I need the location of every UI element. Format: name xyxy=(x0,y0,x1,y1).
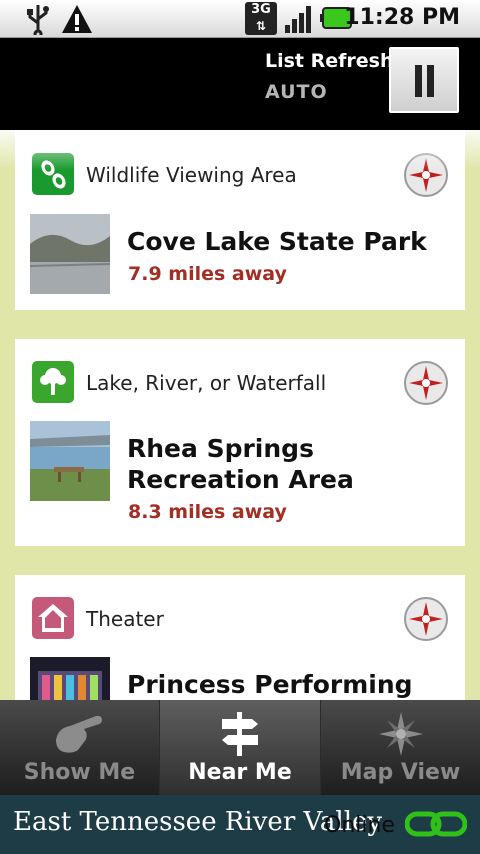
tab-show-me[interactable]: Show Me xyxy=(0,700,159,795)
list-refresh-label: List Refresh xyxy=(265,50,394,72)
pause-button[interactable] xyxy=(389,47,459,113)
tab-bar: Show Me Near Me Map View xyxy=(0,700,480,795)
signal-icon xyxy=(285,6,311,33)
list-item[interactable]: Theater Princess Performing xyxy=(15,575,465,700)
place-name[interactable]: Princess Performing xyxy=(127,669,413,700)
compass-star-icon xyxy=(378,712,423,756)
signpost-icon xyxy=(222,712,258,756)
distance-label: 7.9 miles away xyxy=(128,263,287,285)
pause-icon-bar xyxy=(427,65,434,97)
pointing-hand-icon xyxy=(55,715,102,753)
directions-compass-button[interactable] xyxy=(403,596,449,642)
place-photo xyxy=(30,657,110,700)
header: List Refresh AUTO xyxy=(0,38,480,130)
network-type-label: 3G xyxy=(251,2,271,17)
footer-banner: East Tennessee River Valley Online xyxy=(0,795,480,854)
category-label: Theater xyxy=(86,607,164,631)
warning-icon xyxy=(62,5,92,33)
directions-compass-button[interactable] xyxy=(403,360,449,406)
nearby-list[interactable]: Wildlife Viewing Area Cove Lake State Pa… xyxy=(0,130,480,700)
pause-icon xyxy=(415,65,422,97)
link-icon xyxy=(405,811,467,837)
place-name-line1: Rhea Springs xyxy=(127,434,314,463)
place-name-line2: Recreation Area xyxy=(127,465,354,494)
place-name[interactable]: Cove Lake State Park xyxy=(127,226,427,257)
house-icon xyxy=(32,597,74,639)
list-top-fade xyxy=(0,130,480,170)
distance-label: 8.3 miles away xyxy=(128,501,287,523)
status-bar: 3G ⇅ 11:28 PM xyxy=(0,0,480,38)
tab-near-me[interactable]: Near Me xyxy=(160,700,320,795)
clock: 11:28 PM xyxy=(344,5,460,30)
list-item[interactable]: Lake, River, or Waterfall Rhea Springs R… xyxy=(15,339,465,546)
tab-label: Show Me xyxy=(23,760,136,785)
connection-status: Online xyxy=(324,813,395,838)
place-photo xyxy=(30,214,110,294)
category-label: Lake, River, or Waterfall xyxy=(86,371,327,395)
tree-icon xyxy=(32,361,74,403)
tab-label: Map View xyxy=(340,760,461,785)
place-name[interactable]: Rhea Springs Recreation Area xyxy=(127,433,354,495)
network-3g-icon: 3G ⇅ xyxy=(245,2,277,35)
tab-map-view[interactable]: Map View xyxy=(321,700,480,795)
tab-label: Near Me xyxy=(188,760,292,785)
usb-icon xyxy=(27,5,49,35)
refresh-mode-label: AUTO xyxy=(265,81,328,103)
place-photo xyxy=(30,421,110,501)
